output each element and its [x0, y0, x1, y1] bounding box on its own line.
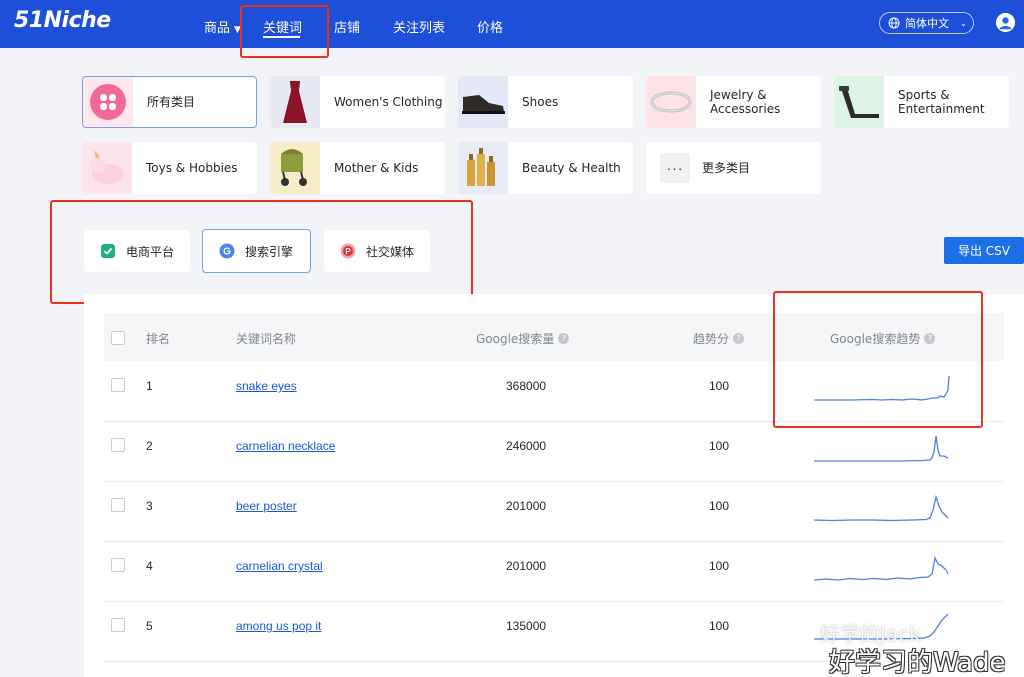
watermark-text-large: 好学习的Wade [829, 648, 1006, 677]
bracelet-icon [646, 76, 696, 128]
category-card-toys[interactable]: Toys & Hobbies [82, 142, 257, 194]
keyword-link[interactable]: snake eyes [236, 379, 297, 393]
row-checkbox[interactable] [111, 438, 125, 452]
category-card-beauty[interactable]: Beauty & Health [458, 142, 633, 194]
column-header-keyword: 关键词名称 [236, 330, 296, 347]
user-icon [996, 13, 1015, 32]
top-nav-bar: 51Niche 商品 ▼ 关键词 店铺 关注列表 价格 简体中文 ⌄ [0, 0, 1024, 48]
nav-products-label: 商品 [204, 21, 231, 36]
category-card-more[interactable]: ··· 更多类目 [646, 142, 821, 194]
category-card-sports[interactable]: Sports & Entertainment [834, 76, 1009, 128]
row-divider [104, 481, 1004, 482]
row-divider [104, 601, 1004, 602]
row-checkbox[interactable] [111, 618, 125, 632]
category-card-womens-clothing[interactable]: Women's Clothing [270, 76, 445, 128]
rank-cell: 2 [146, 439, 153, 453]
trend-sparkline[interactable] [812, 428, 952, 468]
column-header-label: Google搜索量 [476, 332, 555, 346]
category-label: Shoes [522, 95, 559, 109]
volume-cell: 246000 [506, 439, 547, 453]
category-label: Women's Clothing [334, 95, 443, 109]
select-all-checkbox[interactable] [111, 331, 125, 345]
globe-icon [888, 17, 900, 29]
category-label: Toys & Hobbies [146, 161, 238, 175]
keyword-link[interactable]: among us pop it [236, 619, 321, 633]
category-label: Beauty & Health [522, 161, 621, 175]
chevron-down-icon: ⌄ [960, 18, 967, 28]
keyword-link[interactable]: carnelian necklace [236, 439, 335, 453]
category-label: 所有类目 [147, 95, 196, 109]
highlight-box-nav [240, 5, 329, 58]
volume-cell: 201000 [506, 559, 547, 573]
rank-cell: 3 [146, 499, 153, 513]
keyword-link[interactable]: carnelian crystal [236, 559, 323, 573]
volume-cell: 368000 [506, 379, 547, 393]
category-label: 更多类目 [702, 161, 751, 175]
treadmill-icon [834, 76, 884, 128]
score-cell: 100 [709, 379, 730, 393]
column-header-label: 关键词名称 [236, 332, 297, 346]
category-card-mother-kids[interactable]: Mother & Kids [270, 142, 445, 194]
column-header-label: 排名 [146, 332, 171, 346]
row-checkbox[interactable] [111, 498, 125, 512]
category-label: Mother & Kids [334, 161, 419, 175]
highlight-box-trend-column [773, 291, 983, 428]
highlight-box-filters [50, 200, 473, 304]
category-label: Jewelry & Accessories [710, 88, 781, 116]
nav-pricing[interactable]: 价格 [477, 17, 503, 36]
score-cell: 100 [709, 439, 730, 453]
score-cell: 100 [709, 499, 730, 513]
export-csv-button[interactable]: 导出 CSV [944, 237, 1024, 264]
category-card-shoes[interactable]: Shoes [458, 76, 633, 128]
column-header-google-volume[interactable]: Google搜索量? [476, 330, 570, 347]
language-label: 简体中文 [905, 17, 949, 30]
language-selector[interactable]: 简体中文 ⌄ [879, 12, 974, 34]
column-header-label: 趋势分 [693, 332, 730, 346]
category-card-jewelry[interactable]: Jewelry & Accessories [646, 76, 821, 128]
rank-cell: 1 [146, 379, 153, 393]
shoe-icon [458, 76, 508, 128]
stroller-icon [270, 142, 320, 194]
category-label: Sports & Entertainment [898, 88, 985, 116]
help-icon[interactable]: ? [558, 333, 570, 344]
trend-sparkline[interactable] [812, 548, 952, 588]
unicorn-toy-icon [82, 142, 132, 194]
cosmetics-icon [458, 142, 508, 194]
keyword-link[interactable]: beer poster [236, 499, 297, 513]
column-header-rank: 排名 [146, 330, 170, 347]
more-dots-icon: ··· [660, 153, 690, 183]
help-icon[interactable]: ? [733, 333, 745, 344]
grid-icon [83, 77, 133, 127]
rank-cell: 4 [146, 559, 153, 573]
row-checkbox[interactable] [111, 558, 125, 572]
dress-icon [270, 76, 320, 128]
volume-cell: 135000 [506, 619, 547, 633]
category-card-all[interactable]: 所有类目 [82, 76, 257, 128]
score-cell: 100 [709, 619, 730, 633]
rank-cell: 5 [146, 619, 153, 633]
trend-sparkline[interactable] [812, 488, 952, 528]
nav-watchlist[interactable]: 关注列表 [393, 17, 445, 36]
nav-stores[interactable]: 店铺 [334, 17, 360, 36]
logo[interactable]: 51Niche [14, 8, 111, 33]
row-checkbox[interactable] [111, 378, 125, 392]
user-avatar[interactable] [996, 13, 1015, 32]
nav-products[interactable]: 商品 ▼ [204, 17, 241, 36]
score-cell: 100 [709, 559, 730, 573]
column-header-trend-score[interactable]: 趋势分? [693, 330, 745, 347]
volume-cell: 201000 [506, 499, 547, 513]
row-divider [104, 541, 1004, 542]
